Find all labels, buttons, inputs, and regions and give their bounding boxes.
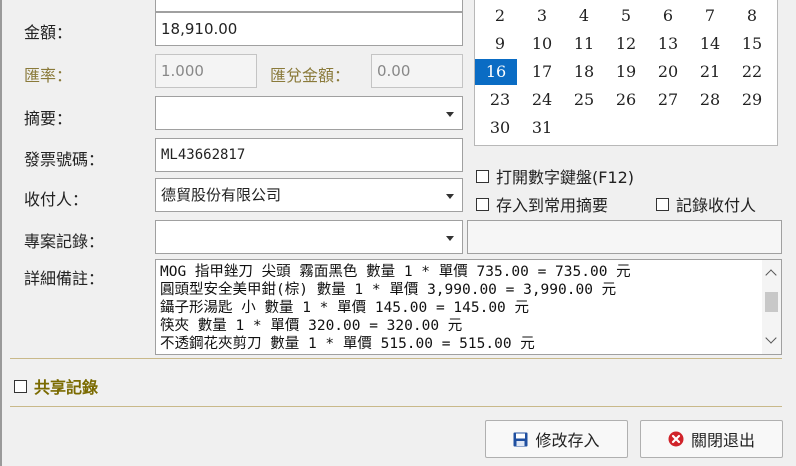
calendar-day[interactable]: 30 bbox=[479, 115, 521, 141]
chevron-down-icon[interactable] bbox=[446, 112, 454, 117]
details-line: MOG 指甲銼刀 尖頭 霧面黑色 數量 1 * 單價 735.00 = 735.… bbox=[160, 264, 631, 280]
calendar-day[interactable]: 25 bbox=[563, 87, 605, 113]
rate-field[interactable]: 1.000 bbox=[155, 54, 257, 88]
calendar-day[interactable]: 11 bbox=[563, 31, 605, 57]
calendar-day[interactable]: 4 bbox=[563, 3, 605, 29]
calendar-day[interactable]: 17 bbox=[521, 59, 563, 85]
project-combo[interactable] bbox=[155, 220, 463, 254]
invoice-field[interactable]: ML43662817 bbox=[155, 138, 463, 172]
calendar-day[interactable]: 28 bbox=[689, 87, 731, 113]
close-button-label: 關閉退出 bbox=[690, 431, 755, 450]
scroll-thumb[interactable] bbox=[765, 292, 778, 312]
summary-combo[interactable] bbox=[155, 96, 463, 130]
save-common-summary-label: 存入到常用摘要 bbox=[496, 196, 609, 215]
calendar: 2 3 4 5 6 7 8 9 10 11 12 13 14 15 16 17 … bbox=[474, 0, 778, 146]
checkbox-icon[interactable] bbox=[476, 197, 489, 211]
calendar-day[interactable]: 7 bbox=[689, 3, 731, 29]
calendar-day[interactable]: 31 bbox=[521, 115, 563, 141]
calendar-day[interactable]: 27 bbox=[647, 87, 689, 113]
payee-label: 收付人： bbox=[24, 190, 89, 209]
amount-label: 金額： bbox=[24, 23, 73, 42]
calendar-day[interactable]: 14 bbox=[689, 31, 731, 57]
share-record-label: 共享記錄 bbox=[34, 378, 99, 397]
project-label: 專案記錄： bbox=[24, 232, 105, 251]
share-record-checkbox[interactable]: 共享記錄 bbox=[14, 374, 98, 398]
scroll-down-icon[interactable] bbox=[765, 332, 777, 344]
payee-value: 德貿股份有限公司 bbox=[161, 186, 282, 204]
calendar-day[interactable]: 3 bbox=[521, 3, 563, 29]
calendar-day[interactable]: 20 bbox=[647, 59, 689, 85]
rate-label: 匯率： bbox=[24, 66, 73, 85]
close-circle-icon bbox=[668, 431, 684, 447]
floppy-disk-icon bbox=[513, 432, 528, 446]
close-button[interactable]: 關閉退出 bbox=[640, 420, 783, 458]
calendar-day[interactable]: 19 bbox=[605, 59, 647, 85]
invoice-label: 發票號碼： bbox=[24, 150, 105, 169]
calendar-day[interactable]: 5 bbox=[605, 3, 647, 29]
amount-field[interactable]: 18,910.00 bbox=[155, 12, 463, 46]
record-payee-checkbox[interactable]: 記錄收付人 bbox=[656, 192, 756, 216]
chevron-down-icon[interactable] bbox=[446, 236, 454, 241]
details-label: 詳細備註： bbox=[24, 269, 105, 288]
save-common-summary-checkbox[interactable]: 存入到常用摘要 bbox=[476, 192, 608, 216]
calendar-day-selected[interactable]: 16 bbox=[475, 59, 517, 85]
details-line: 圓頭型安全美甲鉗(棕) 數量 1 * 單價 3,990.00 = 3,990.0… bbox=[160, 282, 617, 298]
calendar-day[interactable]: 2 bbox=[479, 3, 521, 29]
calendar-day[interactable]: 29 bbox=[731, 87, 773, 113]
calendar-day[interactable]: 18 bbox=[563, 59, 605, 85]
checkbox-icon[interactable] bbox=[14, 379, 27, 393]
divider bbox=[10, 406, 782, 407]
chevron-down-icon[interactable] bbox=[446, 194, 454, 199]
calendar-day[interactable]: 13 bbox=[647, 31, 689, 57]
fx-amount-label: 匯兌金額： bbox=[270, 66, 351, 85]
window-left-edge bbox=[0, 0, 2, 466]
record-payee-label: 記錄收付人 bbox=[676, 196, 757, 215]
summary-label: 摘要： bbox=[24, 109, 73, 128]
calendar-day[interactable]: 12 bbox=[605, 31, 647, 57]
project-extra-field[interactable] bbox=[467, 220, 782, 254]
calendar-day[interactable]: 6 bbox=[647, 3, 689, 29]
save-button[interactable]: 修改存入 bbox=[485, 420, 628, 458]
vertical-scrollbar[interactable] bbox=[762, 260, 781, 354]
calendar-day[interactable]: 24 bbox=[521, 87, 563, 113]
details-line: 不透鋼花夾剪刀 數量 1 * 單價 515.00 = 515.00 元 bbox=[160, 336, 535, 352]
calendar-day[interactable]: 26 bbox=[605, 87, 647, 113]
calendar-day[interactable]: 23 bbox=[479, 87, 521, 113]
checkbox-icon[interactable] bbox=[476, 169, 489, 183]
numeric-keypad-label: 打開數字鍵盤(F12) bbox=[496, 168, 635, 187]
payee-combo[interactable]: 德貿股份有限公司 bbox=[155, 178, 463, 212]
calendar-day[interactable]: 15 bbox=[731, 31, 773, 57]
save-button-label: 修改存入 bbox=[535, 431, 600, 450]
details-textarea[interactable]: MOG 指甲銼刀 尖頭 霧面黑色 數量 1 * 單價 735.00 = 735.… bbox=[155, 259, 782, 355]
details-line: 鑷子形湯匙 小 數量 1 * 單價 145.00 = 145.00 元 bbox=[160, 300, 530, 316]
scroll-up-icon[interactable] bbox=[765, 269, 777, 281]
fx-amount-field[interactable]: 0.00 bbox=[371, 54, 463, 88]
previous-field[interactable] bbox=[155, 0, 463, 12]
calendar-day[interactable]: 8 bbox=[731, 3, 773, 29]
details-line: 筷夾 數量 1 * 單價 320.00 = 320.00 元 bbox=[160, 318, 463, 334]
divider bbox=[10, 358, 782, 359]
calendar-day[interactable]: 21 bbox=[689, 59, 731, 85]
calendar-day[interactable]: 10 bbox=[521, 31, 563, 57]
calendar-day[interactable]: 22 bbox=[731, 59, 773, 85]
numeric-keypad-checkbox[interactable]: 打開數字鍵盤(F12) bbox=[476, 164, 634, 188]
checkbox-icon[interactable] bbox=[656, 197, 669, 211]
calendar-day[interactable]: 9 bbox=[479, 31, 521, 57]
